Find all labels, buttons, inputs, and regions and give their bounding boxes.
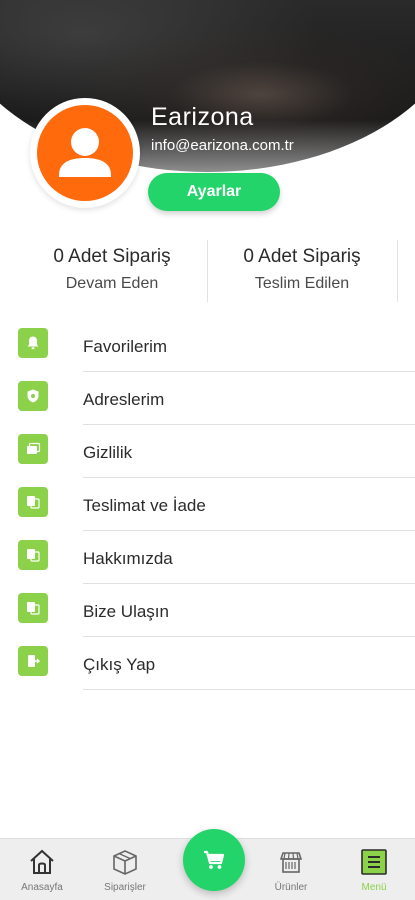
document-icon bbox=[18, 487, 48, 517]
menu-item-addresses[interactable]: Adreslerim bbox=[0, 373, 415, 426]
cart-icon bbox=[204, 850, 225, 869]
bell-icon bbox=[18, 328, 48, 358]
menu-item-favorites[interactable]: Favorilerim bbox=[0, 320, 415, 373]
logout-icon bbox=[18, 646, 48, 676]
nav-label: Anasayfa bbox=[21, 882, 63, 893]
menu-item-contact[interactable]: Bize Ulaşın bbox=[0, 585, 415, 638]
menu-item-about[interactable]: Hakkımızda bbox=[0, 532, 415, 585]
stat-label: Teslim Edilen bbox=[254, 275, 350, 292]
user-email: info@earizona.com.tr bbox=[151, 137, 294, 154]
order-stats: 0 Adet Sipariş Devam Eden 0 Adet Sipariş… bbox=[0, 240, 415, 302]
box-icon bbox=[113, 850, 137, 875]
user-name: Earizona bbox=[151, 103, 254, 131]
menu-divider bbox=[83, 424, 415, 425]
nav-menu[interactable]: Menü bbox=[339, 839, 409, 900]
shop-icon bbox=[279, 852, 303, 873]
avatar[interactable] bbox=[37, 105, 133, 201]
document-icon bbox=[18, 540, 48, 570]
cards-icon bbox=[18, 434, 48, 464]
menu-divider bbox=[83, 583, 415, 584]
menu-divider bbox=[83, 477, 415, 478]
stat-count: 0 Adet Sipariş bbox=[53, 246, 171, 267]
menu-item-label: Teslimat ve İade bbox=[83, 496, 206, 515]
menu-item-label: Çıkış Yap bbox=[83, 655, 156, 674]
stat-count: 0 Adet Sipariş bbox=[243, 246, 361, 267]
shield-icon bbox=[18, 381, 48, 411]
menu-item-label: Favorilerim bbox=[83, 337, 168, 356]
menu-item-label: Gizlilik bbox=[83, 443, 133, 462]
cart-button[interactable] bbox=[183, 829, 245, 891]
menu-item-privacy[interactable]: Gizlilik bbox=[0, 426, 415, 479]
settings-button[interactable]: Ayarlar bbox=[148, 173, 280, 211]
home-icon bbox=[30, 849, 54, 874]
stat-divider bbox=[397, 240, 398, 302]
menu-item-delivery-returns[interactable]: Teslimat ve İade bbox=[0, 479, 415, 532]
menu-item-label: Adreslerim bbox=[83, 390, 165, 409]
nav-label: Menü bbox=[361, 882, 387, 893]
menu-item-label: Bize Ulaşın bbox=[83, 602, 169, 621]
document-icon bbox=[18, 593, 48, 623]
nav-label: Ürünler bbox=[274, 882, 308, 893]
nav-label: Siparişler bbox=[104, 882, 146, 893]
user-icon bbox=[59, 128, 111, 177]
menu-divider bbox=[83, 636, 415, 637]
menu-item-label: Hakkımızda bbox=[83, 549, 173, 568]
menu-divider bbox=[83, 371, 415, 372]
menu-item-logout[interactable]: Çıkış Yap bbox=[0, 638, 415, 691]
menu-divider bbox=[83, 530, 415, 531]
menu-icon bbox=[361, 849, 387, 875]
nav-orders[interactable]: Siparişler bbox=[90, 839, 160, 900]
menu-divider bbox=[83, 689, 415, 690]
stat-in-progress[interactable]: 0 Adet Sipariş Devam Eden bbox=[17, 240, 207, 294]
stat-label: Devam Eden bbox=[65, 275, 159, 292]
stat-delivered[interactable]: 0 Adet Sipariş Teslim Edilen bbox=[207, 240, 397, 294]
nav-home[interactable]: Anasayfa bbox=[7, 839, 77, 900]
nav-products[interactable]: Ürünler bbox=[256, 839, 326, 900]
